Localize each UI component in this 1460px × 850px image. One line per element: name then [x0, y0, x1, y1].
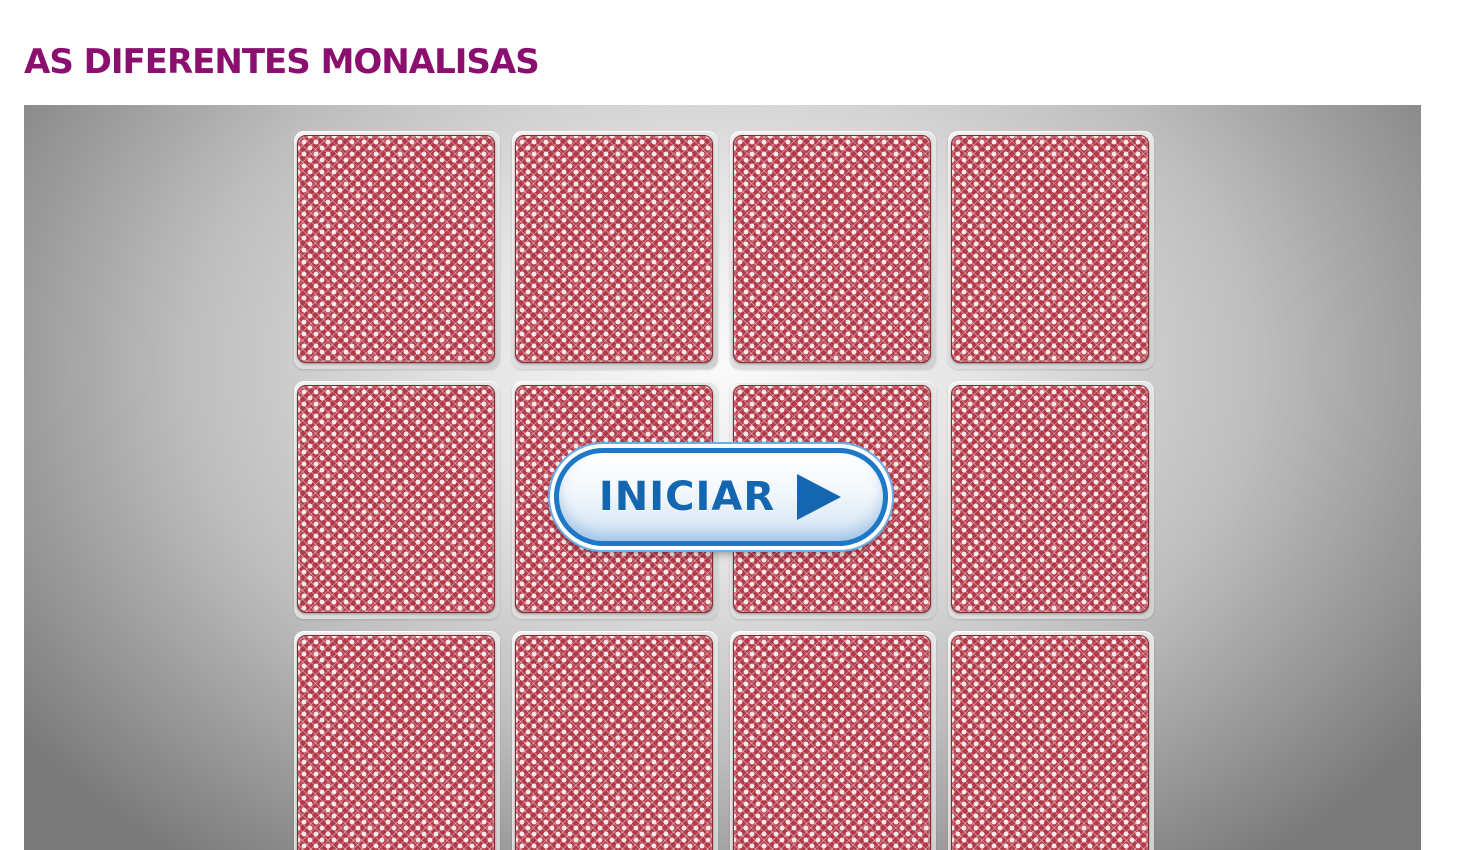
- start-button-label: INICIAR: [598, 474, 776, 520]
- memory-card[interactable]: [948, 131, 1154, 369]
- memory-card[interactable]: [948, 631, 1154, 850]
- memory-card[interactable]: [294, 131, 500, 369]
- card-back-pattern: [951, 635, 1149, 850]
- memory-card[interactable]: [730, 631, 936, 850]
- card-back-pattern: [951, 385, 1149, 613]
- memory-card[interactable]: [512, 131, 718, 369]
- play-icon: [797, 474, 842, 520]
- card-back-pattern: [297, 135, 495, 363]
- card-back-pattern: [515, 635, 713, 850]
- card-back-pattern: [297, 385, 495, 613]
- page-title: AS DIFERENTES MONALISAS: [24, 42, 540, 82]
- start-button[interactable]: INICIAR: [554, 448, 888, 546]
- card-back-pattern: [733, 635, 931, 850]
- memory-card[interactable]: [294, 381, 500, 619]
- memory-card[interactable]: [730, 131, 936, 369]
- card-back-pattern: [733, 135, 931, 363]
- game-stage: INICIAR: [24, 105, 1421, 850]
- memory-card[interactable]: [948, 381, 1154, 619]
- card-back-pattern: [297, 635, 495, 850]
- card-back-pattern: [515, 135, 713, 363]
- memory-card[interactable]: [294, 631, 500, 850]
- card-back-pattern: [951, 135, 1149, 363]
- memory-card[interactable]: [512, 631, 718, 850]
